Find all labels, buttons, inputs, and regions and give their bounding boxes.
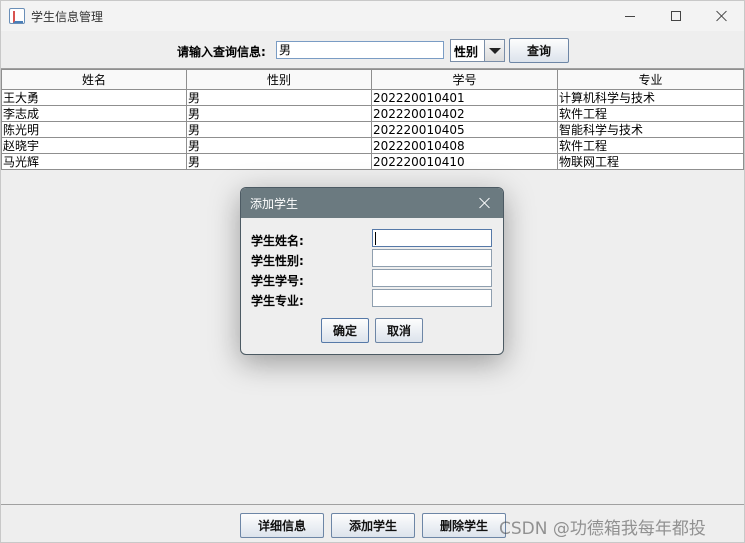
- table-header-row: 姓名 性别 学号 专业: [1, 69, 744, 90]
- student-major-field[interactable]: [372, 289, 492, 307]
- cell-major[interactable]: 软件工程: [557, 137, 744, 154]
- title-bar[interactable]: 学生信息管理: [1, 1, 744, 31]
- add-student-dialog: 添加学生 学生姓名: 学生性别: 学生学号: 学生专业: 确定 取消: [240, 187, 504, 355]
- student-id-label: 学生学号:: [251, 274, 304, 288]
- query-button[interactable]: 查询: [509, 38, 569, 63]
- minimize-icon: [625, 15, 635, 17]
- add-student-button[interactable]: 添加学生: [331, 513, 415, 538]
- search-label: 请输入查询信息:: [177, 45, 266, 59]
- detail-info-button[interactable]: 详细信息: [240, 513, 324, 538]
- cell-gender[interactable]: 男: [186, 105, 372, 122]
- window-title: 学生信息管理: [31, 10, 104, 24]
- table-row[interactable]: 王大勇 男 202220010401 计算机科学与技术: [1, 89, 744, 106]
- cell-gender[interactable]: 男: [186, 137, 372, 154]
- cell-gender[interactable]: 男: [186, 121, 372, 138]
- cell-student-id[interactable]: 202220010402: [371, 105, 558, 122]
- dialog-title-bar[interactable]: 添加学生: [241, 188, 503, 218]
- cell-major[interactable]: 智能科学与技术: [557, 121, 744, 138]
- cell-gender[interactable]: 男: [186, 153, 372, 170]
- delete-student-button[interactable]: 删除学生: [422, 513, 506, 538]
- cell-student-id[interactable]: 202220010401: [371, 89, 558, 106]
- cell-major[interactable]: 软件工程: [557, 105, 744, 122]
- table-row[interactable]: 赵晓宇 男 202220010408 软件工程: [1, 137, 744, 154]
- search-field-select[interactable]: 性别: [450, 39, 505, 62]
- table-row[interactable]: 陈光明 男 202220010405 智能科学与技术: [1, 121, 744, 138]
- close-icon[interactable]: [477, 195, 493, 211]
- cell-name[interactable]: 赵晓宇: [1, 137, 187, 154]
- cell-name[interactable]: 陈光明: [1, 121, 187, 138]
- dialog-title: 添加学生: [250, 197, 299, 211]
- student-id-field[interactable]: [372, 269, 492, 287]
- cancel-button[interactable]: 取消: [375, 318, 423, 343]
- dropdown-arrow-icon[interactable]: [484, 40, 504, 61]
- table-row[interactable]: 马光辉 男 202220010410 物联网工程: [1, 153, 744, 170]
- confirm-button[interactable]: 确定: [321, 318, 369, 343]
- watermark: CSDN @功德箱我每年都投: [499, 519, 706, 539]
- cell-student-id[interactable]: 202220010408: [371, 137, 558, 154]
- cell-student-id[interactable]: 202220010410: [371, 153, 558, 170]
- java-app-icon: [9, 8, 25, 24]
- student-major-label: 学生专业:: [251, 294, 304, 308]
- table-row[interactable]: 李志成 男 202220010402 软件工程: [1, 105, 744, 122]
- student-name-label: 学生姓名:: [251, 234, 304, 248]
- cell-major[interactable]: 物联网工程: [557, 153, 744, 170]
- cell-student-id[interactable]: 202220010405: [371, 121, 558, 138]
- cell-gender[interactable]: 男: [186, 89, 372, 106]
- column-header-major[interactable]: 专业: [557, 69, 744, 90]
- cell-name[interactable]: 李志成: [1, 105, 187, 122]
- minimize-button[interactable]: [607, 1, 653, 31]
- student-gender-label: 学生性别:: [251, 254, 304, 268]
- cell-name[interactable]: 王大勇: [1, 89, 187, 106]
- student-table: 姓名 性别 学号 专业 王大勇 男 202220010401 计算机科学与技术 …: [1, 69, 744, 170]
- column-header-name[interactable]: 姓名: [1, 69, 187, 90]
- close-button[interactable]: [699, 1, 745, 31]
- column-header-student-id[interactable]: 学号: [371, 69, 558, 90]
- text-caret: [375, 232, 376, 245]
- close-icon: [716, 10, 728, 22]
- search-input[interactable]: 男: [276, 41, 444, 59]
- cell-major[interactable]: 计算机科学与技术: [557, 89, 744, 106]
- student-gender-field[interactable]: [372, 249, 492, 267]
- search-field-value: 性别: [454, 45, 479, 59]
- cell-name[interactable]: 马光辉: [1, 153, 187, 170]
- maximize-button[interactable]: [653, 1, 699, 31]
- maximize-icon: [671, 11, 681, 21]
- column-header-gender[interactable]: 性别: [186, 69, 372, 90]
- student-name-field[interactable]: [372, 229, 492, 247]
